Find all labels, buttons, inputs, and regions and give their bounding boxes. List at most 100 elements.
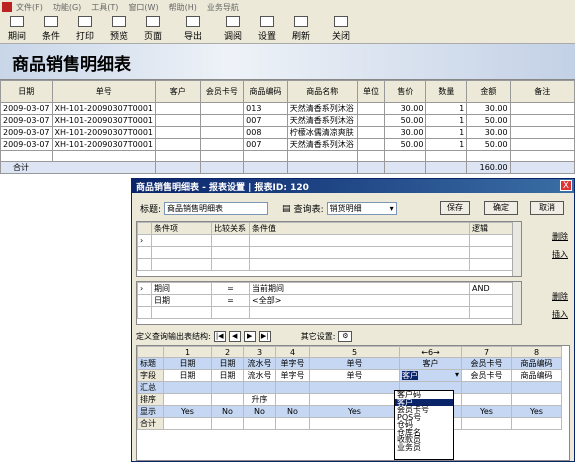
ok-button[interactable]: 确定 [484,201,518,215]
cell: 50.00 [466,138,511,151]
cell: 2009-03-07 [0,114,53,127]
condition-table[interactable]: 条件项 比较关系 条件值 逻辑 › [136,221,522,277]
col-header[interactable]: 商品名称 [286,80,358,103]
struct-row-sort[interactable]: 排序 升序 [137,393,562,406]
page-button[interactable]: 页面 [136,14,170,44]
col-header[interactable]: 会员卡号 [199,80,245,103]
query-select[interactable]: 销货明细 ▾ [326,202,397,215]
insert-button[interactable]: 插入 [552,249,568,260]
delete-button-2[interactable]: 删除 [552,291,568,302]
cell: 日期 [211,369,244,382]
cell [356,138,386,151]
cancel-button[interactable]: 取消 [530,201,564,215]
condition-table-2[interactable]: › 期间 = 当前期间 AND 日期 = <全部> [136,281,522,325]
filter-icon [44,16,58,27]
col-num: 5 [309,346,400,358]
cell: 单字号 [275,369,310,382]
browse-label: 调阅 [223,32,242,42]
menu-window[interactable]: 窗口(W) [128,2,158,13]
col-header[interactable]: 单号 [51,80,157,103]
condition-button[interactable]: 条件 [34,14,68,44]
preview-label: 预览 [109,32,128,42]
delete-button[interactable]: 删除 [552,231,568,242]
col-header[interactable]: 金额 [466,80,511,103]
close-button[interactable]: 关闭 [324,14,358,44]
col-header[interactable]: 商品编码 [243,80,288,103]
menu-function[interactable]: 功能(G) [53,2,81,13]
last-icon[interactable]: ▶| [258,331,271,342]
cell: 50.00 [384,114,427,127]
browse-button[interactable]: 调阅 [216,14,250,44]
struct-row-title[interactable]: 标题 日期 日期 流水号 单字号 单号 客户 会员卡号 商品编码 [137,357,562,370]
dialog-close-button[interactable]: X [560,180,572,191]
preview-icon [112,16,126,27]
cell [509,138,575,151]
printer-icon [78,16,92,27]
col-header[interactable]: 单位 [356,80,386,103]
cell: = [211,294,250,307]
struct-nav: 定义查询输出表结构: |◀ ◀ ▶ ▶| 其它设置: ⚙ [136,331,353,342]
settings-button[interactable]: 设置 [250,14,284,44]
cell: 30.00 [384,102,427,115]
prev-icon[interactable]: ◀ [228,331,241,342]
total-row: 合计 160.00 [0,161,575,174]
struct-row-show[interactable]: 显示 Yes No No No Yes Yes Yes [137,405,562,418]
export-button[interactable]: 导出 [176,14,210,44]
field-select[interactable]: 客户 ▾ [399,369,462,382]
struct-row-total[interactable]: 合计 [137,417,562,430]
cell: XH-101-20090307T0001 [51,102,157,115]
cond-header: 条件项 [151,222,212,235]
title-input[interactable]: 商品销售明细表 [164,202,269,215]
row-label: 合计 [137,417,164,430]
col-num: 8 [511,346,562,358]
cell: 2009-03-07 [0,138,53,151]
table-row[interactable]: 2009-03-07 XH-101-20090307T0001 008 柠檬冰儒清凉爽… [0,126,575,139]
cell: 单字号 [275,357,310,370]
insert-button-2[interactable]: 插入 [552,309,568,320]
col-header[interactable]: 日期 [0,80,53,103]
export-icon [186,16,200,27]
field-dropdown-list[interactable]: 客户码 客户 会员卡号 POS号 仓码 仓库名 收款员 业务员 [394,390,454,460]
menu-nav[interactable]: 业务导航 [207,2,239,13]
chevron-down-icon: ▾ [389,204,394,213]
menu-help[interactable]: 帮助(H) [169,2,197,13]
dropdown-option[interactable]: 业务员 [395,443,453,452]
table-row[interactable]: 2009-03-07 XH-101-20090307T0001 007 天然清香系列沐… [0,114,575,127]
cell [356,102,386,115]
col-num: ←6→ [399,346,462,358]
struct-row-field[interactable]: 字段 日期 日期 流水号 单字号 单号 客户 ▾ 会员卡号 商品编码 [137,369,562,382]
cell: 2009-03-07 [0,102,53,115]
preview-button[interactable]: 预览 [102,14,136,44]
col-header[interactable]: 备注 [509,80,575,103]
cell: 50.00 [384,138,427,151]
scrollbar[interactable] [512,222,521,276]
save-button[interactable]: 保存 [440,201,470,215]
menu-file[interactable]: 文件(F) [16,2,43,13]
cond-row[interactable]: 日期 = <全部> [137,294,521,307]
cell: 1 [425,138,468,151]
refresh-button[interactable]: 刷新 [284,14,318,44]
cell [199,102,245,115]
table-row[interactable]: 2009-03-07 XH-101-20090307T0001 007 天然清香系列沐… [0,138,575,151]
title-row: 标题: 商品销售明细表 ▤ 查询表: 销货明细 ▾ [140,202,397,215]
print-button[interactable]: 打印 [68,14,102,44]
report-settings-dialog: 商品销售明细表 - 报表设置 | 报表ID: 120 X 标题: 商品销售明细表… [131,178,575,462]
table-row[interactable]: 2009-03-07 XH-101-20090307T0001 013 天然清香系列沐… [0,102,575,115]
col-header[interactable]: 售价 [384,80,427,103]
col-header[interactable]: 客户 [155,80,201,103]
struct-row-sum[interactable]: 汇总 [137,381,562,394]
menu-tools[interactable]: 工具(T) [91,2,118,13]
period-label: 期间 [7,32,26,42]
first-icon[interactable]: |◀ [213,331,226,342]
scrollbar[interactable] [512,282,521,324]
cond-row[interactable]: › 期间 = 当前期间 AND [137,282,521,295]
next-icon[interactable]: ▶ [243,331,256,342]
title-label: 标题: [140,205,162,215]
struct-table[interactable]: 1 2 3 4 5 ←6→ 7 8 标题 日期 日期 流水号 单字号 单号 客户 会员卡号商… [136,345,570,461]
settings-icon[interactable]: ⚙ [338,331,353,342]
col-header[interactable]: 数量 [425,80,468,103]
app-icon [2,2,12,12]
settings-icon [260,16,274,27]
struct-label: 定义查询输出表结构: [136,332,211,341]
period-button[interactable]: 期间 [0,14,34,44]
